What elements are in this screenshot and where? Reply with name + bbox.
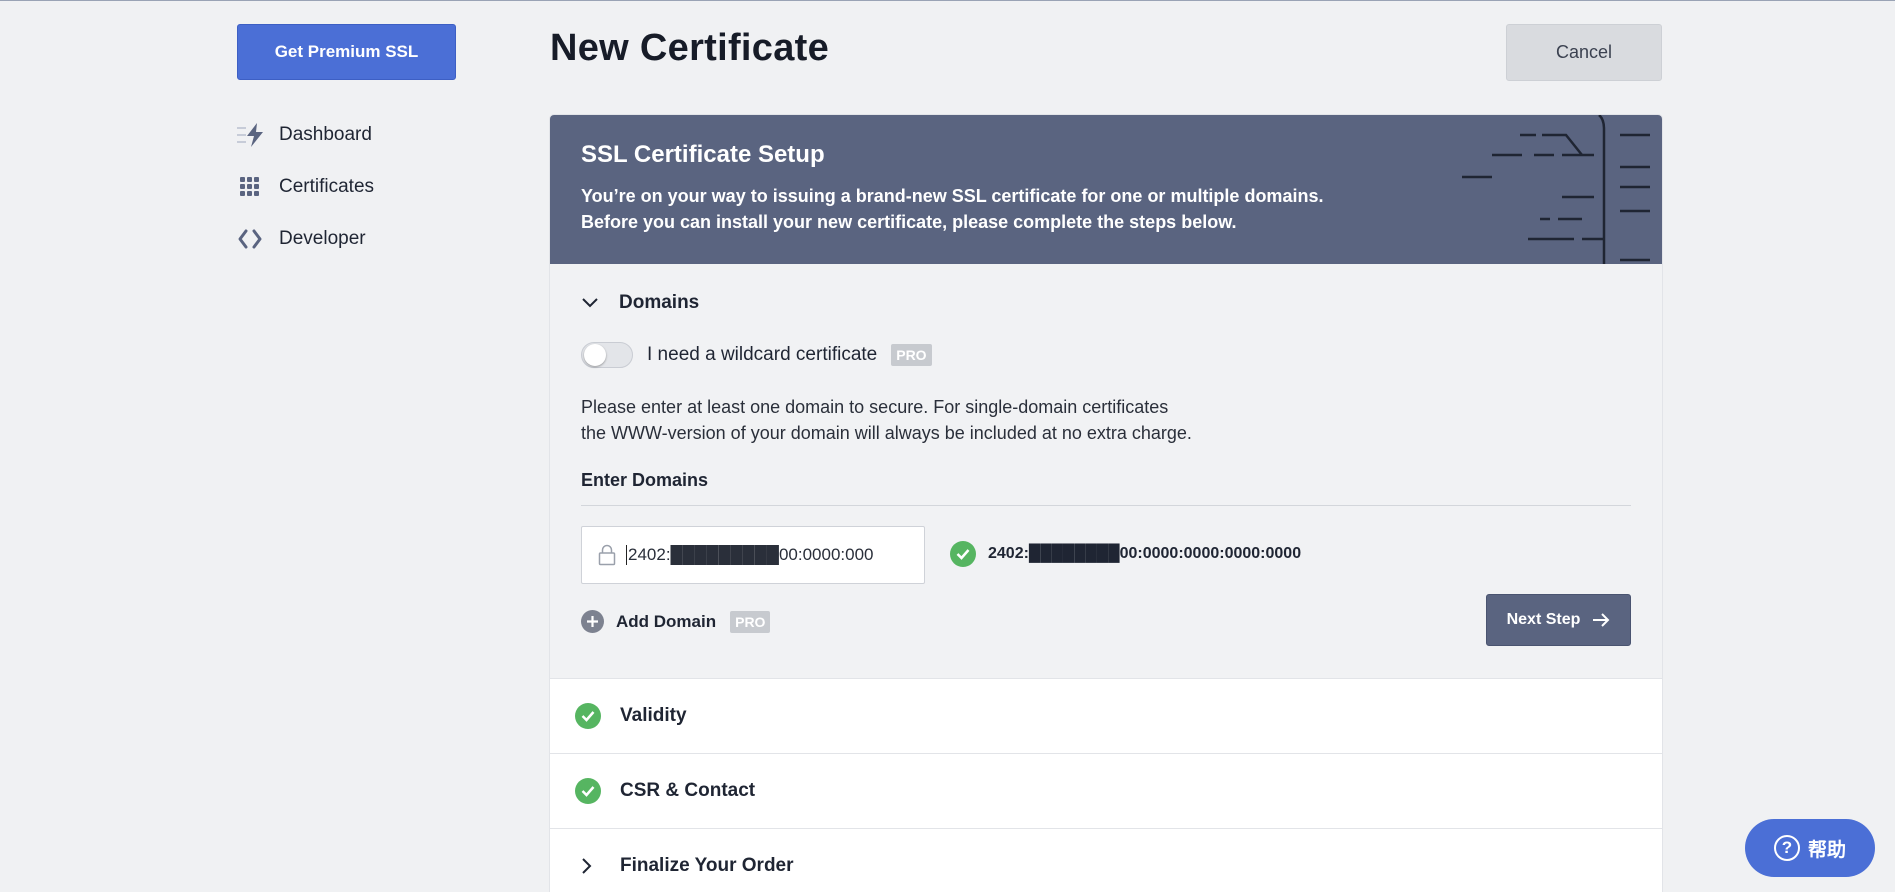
plus-circle-icon: [581, 610, 604, 633]
add-domain-label: Add Domain: [616, 611, 717, 631]
code-brackets-icon: [237, 225, 267, 253]
check-circle-icon: [575, 778, 601, 804]
sidebar-nav: Dashboard Certificates Developer: [237, 121, 374, 277]
domains-header[interactable]: Domains: [581, 292, 699, 314]
cancel-button[interactable]: Cancel: [1506, 24, 1662, 81]
domain-field[interactable]: [581, 526, 925, 584]
certificate-setup-card: SSL Certificate Setup You’re on your way…: [550, 115, 1662, 892]
chevron-down-icon: [581, 297, 601, 309]
verified-domain: 2402:████████00:0000:0000:0000:0000: [950, 541, 1301, 567]
lock-icon: [598, 544, 616, 566]
add-domain-button[interactable]: Add Domain PRO: [581, 610, 771, 633]
enter-domains-label: Enter Domains: [581, 470, 709, 490]
sidebar-item-label: Certificates: [279, 176, 375, 197]
page-title: New Certificate: [550, 27, 830, 69]
arrow-right-icon: [1593, 613, 1610, 627]
wildcard-toggle[interactable]: [581, 342, 633, 368]
step-validity[interactable]: Validity: [550, 679, 1662, 754]
get-premium-ssl-button[interactable]: Get Premium SSL: [237, 24, 456, 80]
domains-section: Domains I need a wildcard certificate PR…: [550, 264, 1662, 679]
section-title: Domains: [619, 292, 700, 313]
sidebar-item-developer[interactable]: Developer: [237, 225, 374, 253]
pro-badge: PRO: [891, 344, 932, 366]
step-label: Validity: [620, 705, 687, 726]
verified-domain-text: 2402:████████00:0000:0000:0000:0000: [988, 545, 1302, 562]
step-csr-contact[interactable]: CSR & Contact: [550, 754, 1662, 829]
step-label: CSR & Contact: [620, 780, 756, 801]
check-circle-icon: [950, 541, 976, 567]
question-icon: ?: [1773, 835, 1800, 861]
grid-icon: [237, 173, 267, 201]
check-circle-icon: [575, 703, 601, 729]
step-finalize-order[interactable]: Finalize Your Order: [550, 829, 1662, 892]
circuit-decoration-icon: [1462, 115, 1650, 264]
sidebar-item-label: Developer: [279, 228, 366, 249]
wildcard-row: I need a wildcard certificate PRO: [581, 342, 932, 368]
help-label: 帮助: [1807, 839, 1846, 861]
domain-input[interactable]: [626, 545, 886, 565]
sidebar-item-dashboard[interactable]: Dashboard: [237, 121, 374, 149]
step-label: Finalize Your Order: [620, 855, 794, 876]
sidebar-item-label: Dashboard: [279, 124, 372, 145]
divider: [581, 505, 1631, 506]
pro-badge: PRO: [730, 610, 771, 633]
sidebar-item-certificates[interactable]: Certificates: [237, 173, 374, 201]
domains-description: Please enter at least one domain to secu…: [581, 394, 1192, 446]
next-step-label: Next Step: [1506, 611, 1581, 628]
help-button[interactable]: ? 帮助: [1745, 819, 1875, 877]
next-step-button[interactable]: Next Step: [1486, 594, 1631, 646]
description-line-2: the WWW-version of your domain will alwa…: [581, 423, 1192, 443]
wildcard-label: I need a wildcard certificate: [647, 344, 878, 365]
setup-banner: SSL Certificate Setup You’re on your way…: [550, 115, 1662, 264]
bolt-icon: [237, 121, 267, 149]
description-line-1: Please enter at least one domain to secu…: [581, 397, 1169, 417]
chevron-right-icon: [581, 857, 601, 875]
